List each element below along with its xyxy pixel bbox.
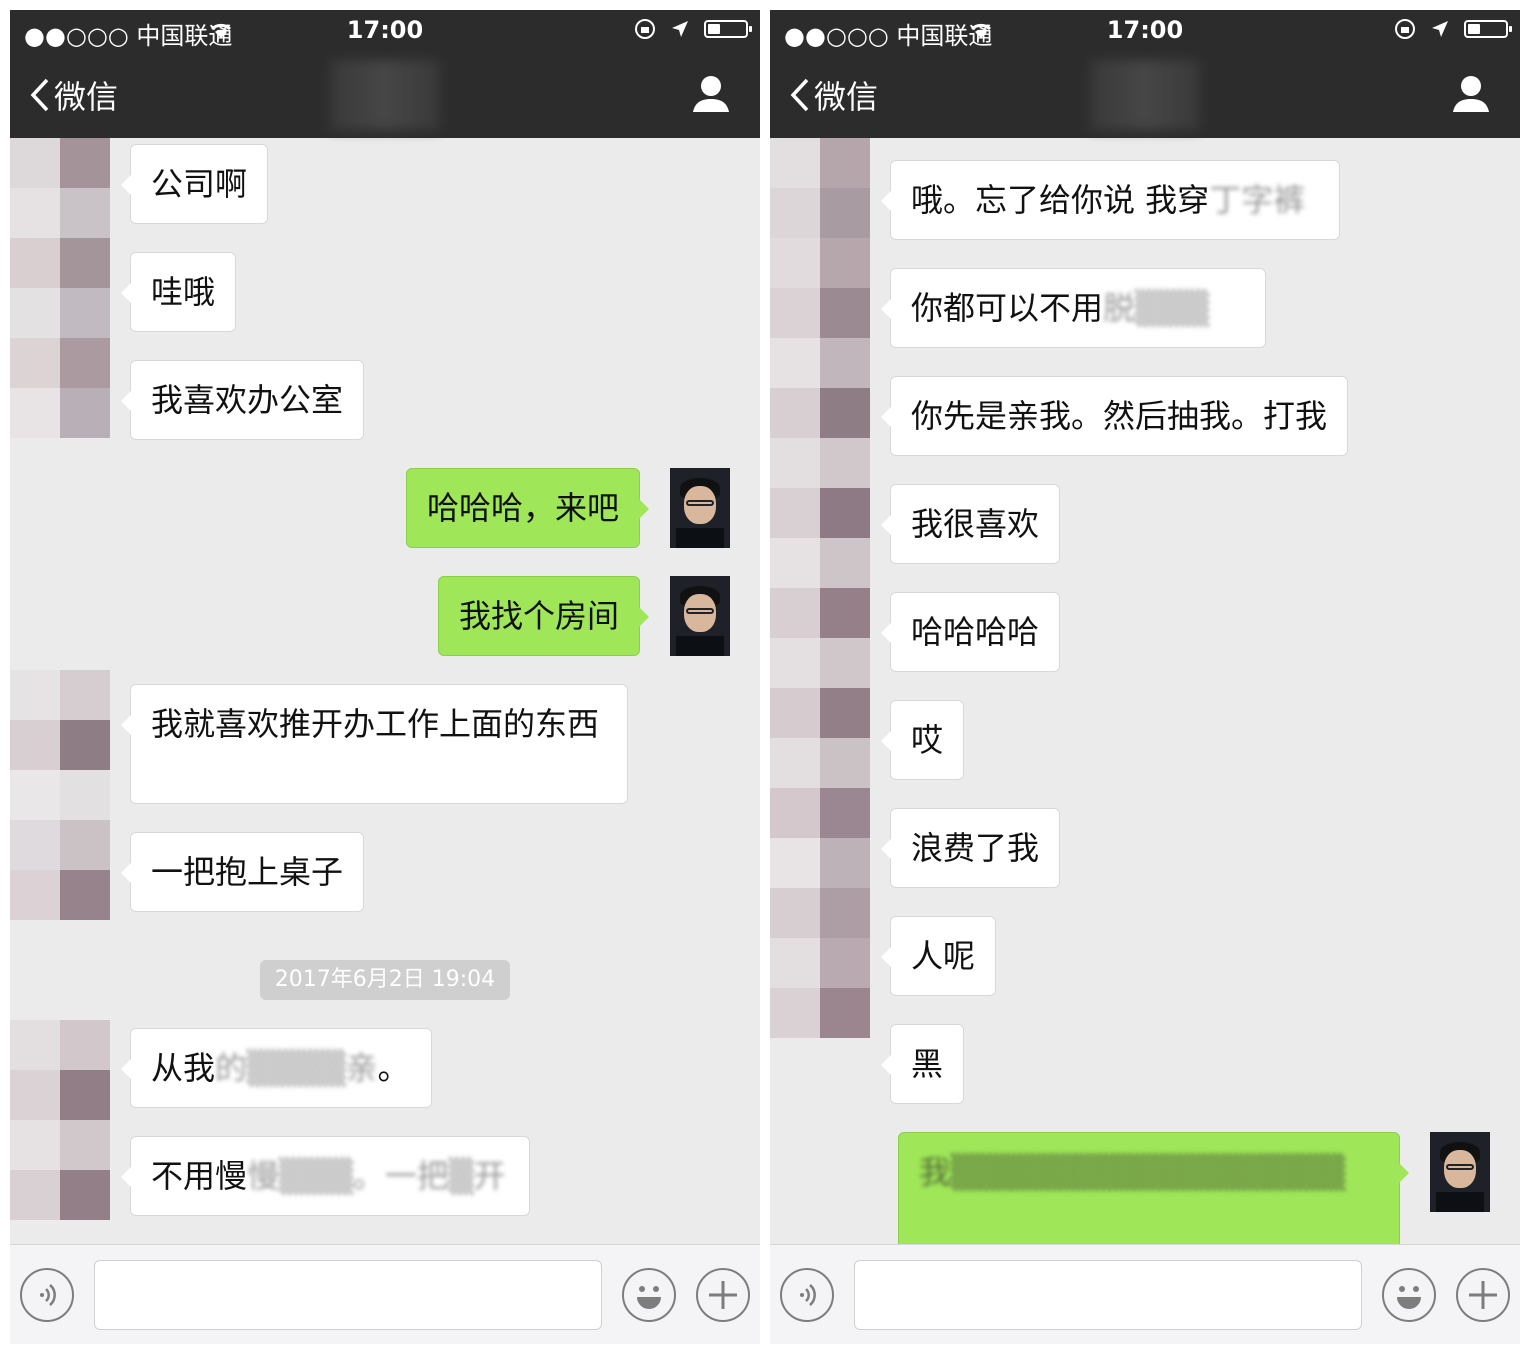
timestamp-label: 2017年6月2日 19:04 <box>260 960 510 1000</box>
blurred-text: 我▒▒▒▒▒▒▒▒▒▒▒▒▒▒▒▒ <box>919 1153 1345 1191</box>
chat-screen-right: ●●○○○ 中国联通 17:00 微信 哦。忘了给你说 我穿丁字裤 你都可以不用… <box>770 10 1520 1344</box>
blurred-text: 丁字裤 <box>1209 181 1306 219</box>
message-bubble[interactable]: 你先是亲我。然后抽我。打我 <box>880 376 1349 456</box>
emoji-icon <box>637 1286 661 1309</box>
avatar[interactable] <box>10 138 110 438</box>
message-bubble[interactable]: 一把抱上桌子 <box>120 832 365 912</box>
more-button[interactable] <box>1456 1268 1510 1322</box>
message-text: 浪费了我 <box>911 829 1040 867</box>
orientation-lock-icon <box>1395 19 1415 39</box>
back-button[interactable]: 微信 <box>790 72 878 118</box>
back-label: 微信 <box>54 78 119 116</box>
message-text: 不用慢 <box>151 1157 248 1195</box>
message-text: 公司啊 <box>151 165 248 203</box>
voice-icon <box>800 1284 816 1306</box>
page-title <box>330 60 440 130</box>
nav-bar: 微信 <box>10 50 760 138</box>
message-text: 哦。忘了给你说 我穿 <box>911 181 1210 219</box>
emoji-button[interactable] <box>622 1268 676 1322</box>
avatar[interactable] <box>1430 1132 1490 1212</box>
message-text: 哎 <box>911 721 944 759</box>
message-bubble[interactable]: 我很喜欢 <box>880 484 1061 564</box>
input-bar <box>770 1244 1520 1344</box>
more-button[interactable] <box>696 1268 750 1322</box>
message-bubble[interactable]: 我▒▒▒▒▒▒▒▒▒▒▒▒▒▒▒▒ <box>898 1132 1409 1244</box>
battery-icon <box>1464 20 1512 38</box>
message-text: 。 <box>377 1049 410 1087</box>
message-list: 公司啊 哇哦 我喜欢办公室 哈哈哈，来吧 我找个房间 我就喜欢推开办工作上面的东… <box>10 138 760 1244</box>
message-bubble[interactable]: 哈哈哈，来吧 <box>405 468 650 548</box>
message-text: 我喜欢办公室 <box>151 381 344 419</box>
back-label: 微信 <box>814 78 879 116</box>
message-bubble[interactable]: 黑 <box>880 1024 965 1104</box>
message-bubble[interactable]: 公司啊 <box>120 144 269 224</box>
message-bubble[interactable]: 哎 <box>880 700 965 780</box>
voice-button[interactable] <box>780 1268 834 1322</box>
chat-screen-left: ●●○○○ 中国联通 17:00 微信 公司啊 哇哦 我喜欢办公室 哈哈哈，来吧… <box>10 10 760 1344</box>
location-icon <box>1432 21 1448 37</box>
blurred-text: 的▒▒▒▒亲 <box>215 1049 378 1087</box>
message-list: 哦。忘了给你说 我穿丁字裤 你都可以不用脱▒▒▒ 你先是亲我。然后抽我。打我 我… <box>770 138 1520 1244</box>
message-bubble[interactable]: 人呢 <box>880 916 997 996</box>
message-bubble[interactable]: 哈哈哈哈 <box>880 592 1061 672</box>
avatar[interactable] <box>10 670 110 920</box>
status-bar: ●●○○○ 中国联通 17:00 <box>10 10 760 50</box>
avatar[interactable] <box>770 138 870 1038</box>
message-bubble[interactable]: 浪费了我 <box>880 808 1061 888</box>
message-text: 从我 <box>151 1049 216 1087</box>
avatar[interactable] <box>670 468 730 548</box>
person-icon[interactable] <box>692 74 730 114</box>
chevron-left-icon <box>30 78 49 112</box>
message-bubble[interactable]: 你都可以不用脱▒▒▒ <box>881 268 1266 348</box>
message-bubble[interactable]: 不用慢慢▒▒▒。一把▒开 <box>121 1136 530 1216</box>
voice-button[interactable] <box>20 1268 74 1322</box>
plus-icon <box>1469 1281 1497 1309</box>
blurred-text: 脱▒▒▒ <box>1103 289 1209 327</box>
emoji-icon <box>1397 1286 1421 1309</box>
message-text: 哇哦 <box>151 273 216 311</box>
message-text: 人呢 <box>911 937 976 975</box>
message-text: 我很喜欢 <box>911 505 1040 543</box>
message-text: 黑 <box>911 1045 944 1083</box>
message-input[interactable] <box>854 1260 1362 1330</box>
battery-icon <box>704 20 752 38</box>
message-bubble[interactable]: 哇哦 <box>120 252 237 332</box>
blurred-text: 慢▒▒▒。一把▒开 <box>247 1157 506 1195</box>
chevron-left-icon <box>790 78 809 112</box>
message-text: 哈哈哈，来吧 <box>426 489 619 527</box>
message-bubble[interactable]: 从我的▒▒▒▒亲。 <box>121 1028 432 1108</box>
voice-icon <box>40 1284 56 1306</box>
page-title <box>1090 60 1200 130</box>
nav-bar: 微信 <box>770 50 1520 138</box>
message-text: 我就喜欢推开办工作上面的东西 <box>151 705 600 743</box>
message-bubble[interactable]: 我找个房间 <box>437 576 650 656</box>
message-text: 哈哈哈哈 <box>911 613 1040 651</box>
message-bubble[interactable]: 我就喜欢推开办工作上面的东西 <box>121 684 628 804</box>
input-bar <box>10 1244 760 1344</box>
message-input[interactable] <box>94 1260 602 1330</box>
location-icon <box>672 21 688 37</box>
status-bar: ●●○○○ 中国联通 17:00 <box>770 10 1520 50</box>
orientation-lock-icon <box>635 19 655 39</box>
message-text: 我找个房间 <box>458 597 619 635</box>
message-text: 你先是亲我。然后抽我。打我 <box>911 397 1328 435</box>
person-icon[interactable] <box>1452 74 1490 114</box>
message-text: 一把抱上桌子 <box>151 853 344 891</box>
message-bubble[interactable]: 哦。忘了给你说 我穿丁字裤 <box>881 160 1340 240</box>
plus-icon <box>709 1281 737 1309</box>
emoji-button[interactable] <box>1382 1268 1436 1322</box>
back-button[interactable]: 微信 <box>30 72 118 118</box>
message-text: 你都可以不用 <box>911 289 1104 327</box>
message-bubble[interactable]: 我喜欢办公室 <box>120 360 365 440</box>
avatar[interactable] <box>10 1020 110 1220</box>
avatar[interactable] <box>670 576 730 656</box>
